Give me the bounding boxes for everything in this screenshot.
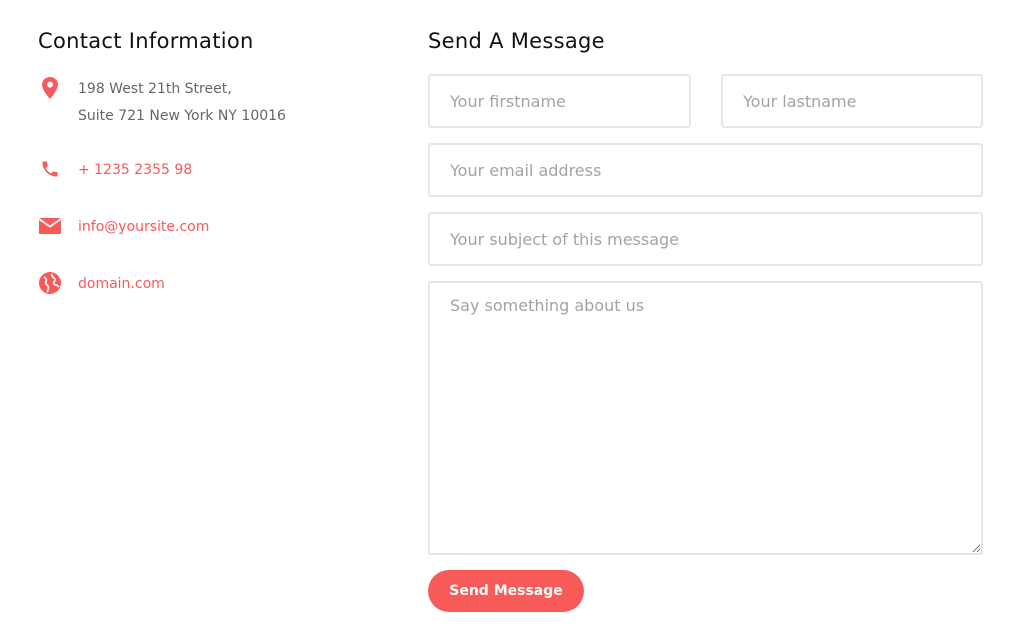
send-message-button[interactable]: Send Message (428, 570, 584, 612)
email-row: info@yoursite.com (38, 214, 209, 241)
location-pin-icon (38, 76, 62, 100)
contact-information-title: Contact Information (38, 29, 254, 53)
lastname-input[interactable] (721, 74, 983, 128)
contact-information-section: Contact Information 198 West 21th Street… (38, 26, 398, 294)
contact-page: Contact Information 198 West 21th Street… (0, 0, 1012, 643)
phone-row: + 1235 2355 98 (38, 157, 192, 184)
address-line-2: Suite 721 New York NY 10016 (78, 108, 286, 124)
website-link[interactable]: domain.com (78, 271, 165, 298)
email-link[interactable]: info@yoursite.com (78, 214, 209, 241)
envelope-icon (38, 214, 62, 238)
address-row: 198 West 21th Street, Suite 721 New York… (38, 76, 286, 130)
phone-link[interactable]: + 1235 2355 98 (78, 157, 192, 184)
send-message-title: Send A Message (428, 29, 605, 53)
phone-icon (38, 157, 62, 181)
address-text: 198 West 21th Street, Suite 721 New York… (78, 76, 286, 130)
website-row: domain.com (38, 271, 165, 298)
send-message-section: Send A Message Send Message (428, 26, 983, 612)
globe-icon (38, 271, 62, 295)
message-textarea[interactable] (428, 281, 983, 555)
email-input[interactable] (428, 143, 983, 197)
firstname-input[interactable] (428, 74, 691, 128)
subject-input[interactable] (428, 212, 983, 266)
address-line-1: 198 West 21th Street, (78, 81, 232, 97)
